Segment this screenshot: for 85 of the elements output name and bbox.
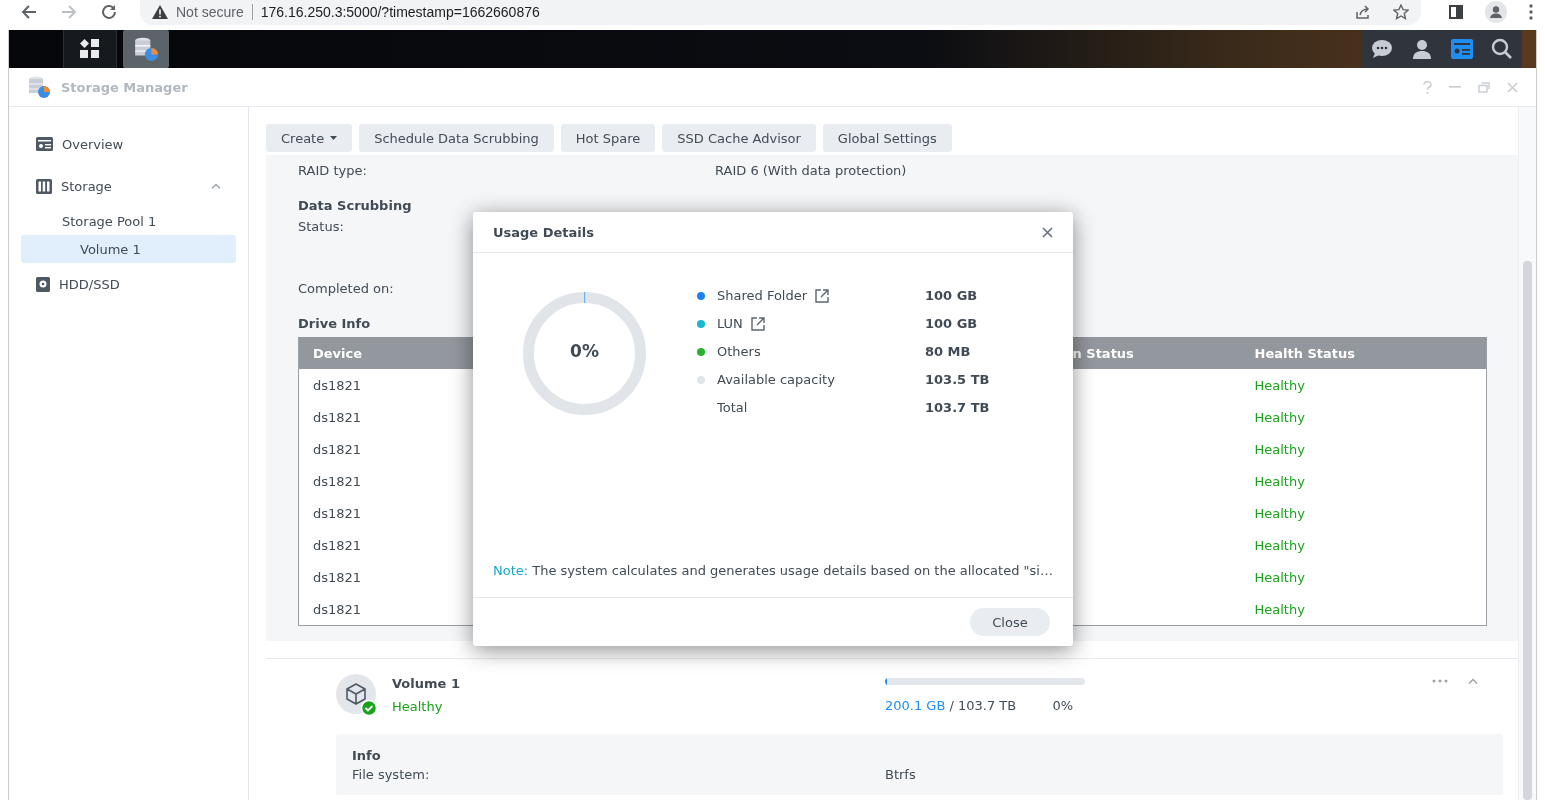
field-value: RAID 6 (With data protection)	[715, 162, 907, 178]
legend-label: Total	[717, 400, 748, 415]
note-text: Note: The system calculates and generates usage details based on the allocated "si…	[493, 563, 1053, 578]
close-button[interactable]: Close	[970, 608, 1050, 636]
used-capacity: 200.1 GB	[885, 698, 946, 713]
volume-status: Healthy	[392, 699, 444, 714]
more-menu-icon[interactable]	[1529, 4, 1533, 20]
share-icon[interactable]	[1355, 4, 1371, 20]
sidebar-item[interactable]: HDD/SSD	[21, 270, 236, 298]
column-header: Health Status	[1240, 337, 1487, 369]
total-capacity: / 103.7 TB	[949, 698, 1017, 713]
legend-value: 100 GB	[925, 316, 979, 331]
external-link-icon[interactable]	[750, 316, 765, 331]
section-title: Drive Info	[298, 315, 371, 331]
close-icon[interactable]	[1042, 226, 1053, 238]
caret-icon	[330, 136, 338, 140]
url-text: 176.16.250.3:5000/?timestamp=1662660876	[260, 4, 540, 20]
sidebar-item[interactable]: Volume 1	[21, 235, 236, 263]
field-label: Completed on:	[298, 280, 394, 296]
toolbar-button[interactable]: Global Settings	[822, 124, 952, 152]
main-menu-button[interactable]	[63, 30, 117, 68]
side-panel-icon[interactable]	[1449, 5, 1463, 19]
volume-name: Volume 1	[392, 676, 461, 691]
legend-label: Shared Folder	[717, 288, 808, 303]
usage-percent: 0%	[569, 341, 600, 361]
legend-label: Others	[717, 344, 761, 359]
table-cell: ds1821	[313, 473, 362, 489]
legend-label: LUN	[717, 316, 743, 331]
table-cell: ds1821	[313, 441, 362, 457]
dropdown-button[interactable]: Create	[266, 124, 353, 152]
field-label: RAID type:	[298, 162, 368, 178]
profile-avatar-icon[interactable]	[1485, 1, 1507, 23]
table-cell: Healthy	[1254, 505, 1305, 521]
external-link-icon[interactable]	[815, 288, 830, 303]
sidebar-item[interactable]: Storage	[21, 172, 236, 200]
warning-icon[interactable]	[152, 5, 168, 19]
table-cell: Healthy	[1254, 473, 1305, 489]
legend-value: 103.5 TB	[925, 372, 990, 387]
window-title: Storage Manager	[61, 79, 188, 95]
legend-value: 103.7 TB	[925, 400, 990, 415]
storage-bays-icon	[36, 178, 52, 194]
star-icon[interactable]	[1393, 4, 1409, 20]
search-icon	[1491, 38, 1513, 60]
table-cell: Healthy	[1254, 537, 1305, 553]
address-bar[interactable]: Not secure 176.16.250.3:5000/?timestamp=1662660876	[140, 0, 1421, 25]
table-cell: ds1821	[313, 601, 362, 617]
disk-stack-icon	[27, 75, 51, 99]
legend-label: Available capacity	[717, 372, 835, 387]
legend-value: 100 GB	[925, 288, 979, 303]
reload-icon[interactable]	[100, 3, 118, 21]
table-cell: Healthy	[1254, 377, 1305, 393]
scrollbar-thumb[interactable]	[1523, 261, 1532, 800]
security-label: Not secure	[176, 4, 253, 20]
section-title: Data Scrubbing	[298, 197, 412, 213]
table-cell: ds1821	[313, 505, 362, 521]
cube-check-icon	[336, 674, 378, 716]
legend-value: 80 MB	[925, 344, 972, 359]
toolbar-button[interactable]: Schedule Data Scrubbing	[359, 124, 554, 152]
card-icon	[36, 137, 53, 151]
toolbar-button[interactable]: Hot Spare	[560, 124, 656, 152]
table-cell: Healthy	[1254, 601, 1305, 617]
table-cell: Healthy	[1254, 409, 1305, 425]
table-cell: Healthy	[1254, 569, 1305, 585]
table-cell: ds1821	[313, 569, 362, 585]
field-value: Btrfs	[885, 766, 916, 782]
back-arrow-icon[interactable]	[20, 3, 38, 21]
more-options-icon[interactable]	[1432, 679, 1448, 683]
usage-percent: 0%	[1052, 698, 1073, 713]
user-icon	[1412, 39, 1432, 59]
widget-card-icon	[1451, 39, 1473, 59]
dialog-title: Usage Details	[493, 224, 595, 240]
table-cell: ds1821	[313, 409, 362, 425]
toolbar-button[interactable]: SSD Cache Advisor	[662, 124, 816, 152]
sidebar-item[interactable]: Storage Pool 1	[21, 207, 236, 235]
field-label: Status:	[298, 218, 344, 234]
field-label: File system:	[352, 766, 431, 782]
app-button[interactable]	[123, 30, 169, 68]
table-cell: ds1821	[313, 537, 362, 553]
sidebar-item[interactable]: Overview	[21, 130, 236, 158]
table-cell: ds1821	[313, 377, 362, 393]
chat-icon	[1371, 39, 1393, 59]
grid-icon	[80, 39, 100, 59]
table-cell: Healthy	[1254, 441, 1305, 457]
disk-stack-icon	[133, 36, 159, 62]
section-title: Info	[352, 748, 382, 763]
